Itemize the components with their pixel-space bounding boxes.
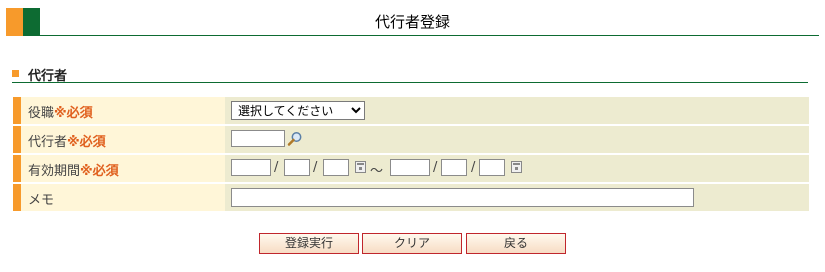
period-label: 有効期間 bbox=[28, 164, 81, 179]
date-separator: / bbox=[313, 160, 318, 175]
end-year-input[interactable] bbox=[390, 159, 430, 176]
required-mark: ※必須 bbox=[67, 135, 106, 150]
calendar-icon[interactable] bbox=[511, 161, 522, 173]
start-month-input[interactable] bbox=[284, 159, 310, 176]
required-mark: ※必須 bbox=[80, 164, 119, 179]
calendar-icon[interactable] bbox=[355, 161, 366, 173]
form-value-cell: / / ～ / / bbox=[228, 155, 809, 182]
proxy-label: 代行者 bbox=[28, 135, 68, 150]
role-select[interactable]: 選択してください bbox=[231, 101, 365, 120]
section-underline bbox=[12, 82, 808, 83]
date-separator: / bbox=[274, 160, 279, 175]
label-accent-bar bbox=[13, 97, 21, 124]
form-row-role: 役職※必須 選択してください bbox=[13, 97, 809, 124]
end-day-input[interactable] bbox=[479, 159, 505, 176]
section-bullet-icon bbox=[12, 70, 19, 77]
required-mark: ※必須 bbox=[54, 106, 93, 121]
proxy-input[interactable] bbox=[231, 130, 285, 147]
label-accent-bar bbox=[13, 155, 21, 182]
label-accent-bar bbox=[13, 126, 21, 153]
register-button[interactable]: 登録実行 bbox=[259, 233, 359, 254]
range-separator: ～ bbox=[370, 164, 384, 179]
memo-label: メモ bbox=[28, 193, 55, 208]
clear-button[interactable]: クリア bbox=[362, 233, 462, 254]
form-row-proxy: 代行者※必須 bbox=[13, 126, 809, 153]
form-row-memo: メモ bbox=[13, 184, 809, 211]
date-separator: / bbox=[433, 160, 438, 175]
memo-input[interactable] bbox=[231, 188, 694, 207]
label-accent-bar bbox=[13, 184, 21, 211]
role-label: 役職 bbox=[28, 106, 55, 121]
start-day-input[interactable] bbox=[323, 159, 349, 176]
form-row-period: 有効期間※必須 / / ～ / / bbox=[13, 155, 809, 182]
form-label-cell: 役職※必須 bbox=[13, 97, 225, 124]
date-separator: / bbox=[471, 160, 476, 175]
form-label-cell: 有効期間※必須 bbox=[13, 155, 225, 182]
page-title: 代行者登録 bbox=[374, 13, 450, 31]
form-value-cell bbox=[228, 126, 809, 153]
form-label-cell: メモ bbox=[13, 184, 225, 211]
start-year-input[interactable] bbox=[231, 159, 271, 176]
end-month-input[interactable] bbox=[441, 159, 467, 176]
search-icon[interactable] bbox=[287, 131, 303, 147]
form-value-cell: 選択してください bbox=[228, 97, 809, 124]
page-header: 代行者登録 bbox=[6, 8, 819, 36]
back-button[interactable]: 戻る bbox=[466, 233, 566, 254]
header-underline bbox=[40, 35, 819, 36]
section-heading: 代行者 bbox=[12, 65, 808, 84]
form-label-cell: 代行者※必須 bbox=[13, 126, 225, 153]
proxy-form: 役職※必須 選択してください 代行者※必須 有効期間※必須 / / ～ / / … bbox=[13, 97, 809, 213]
form-value-cell bbox=[228, 184, 809, 211]
